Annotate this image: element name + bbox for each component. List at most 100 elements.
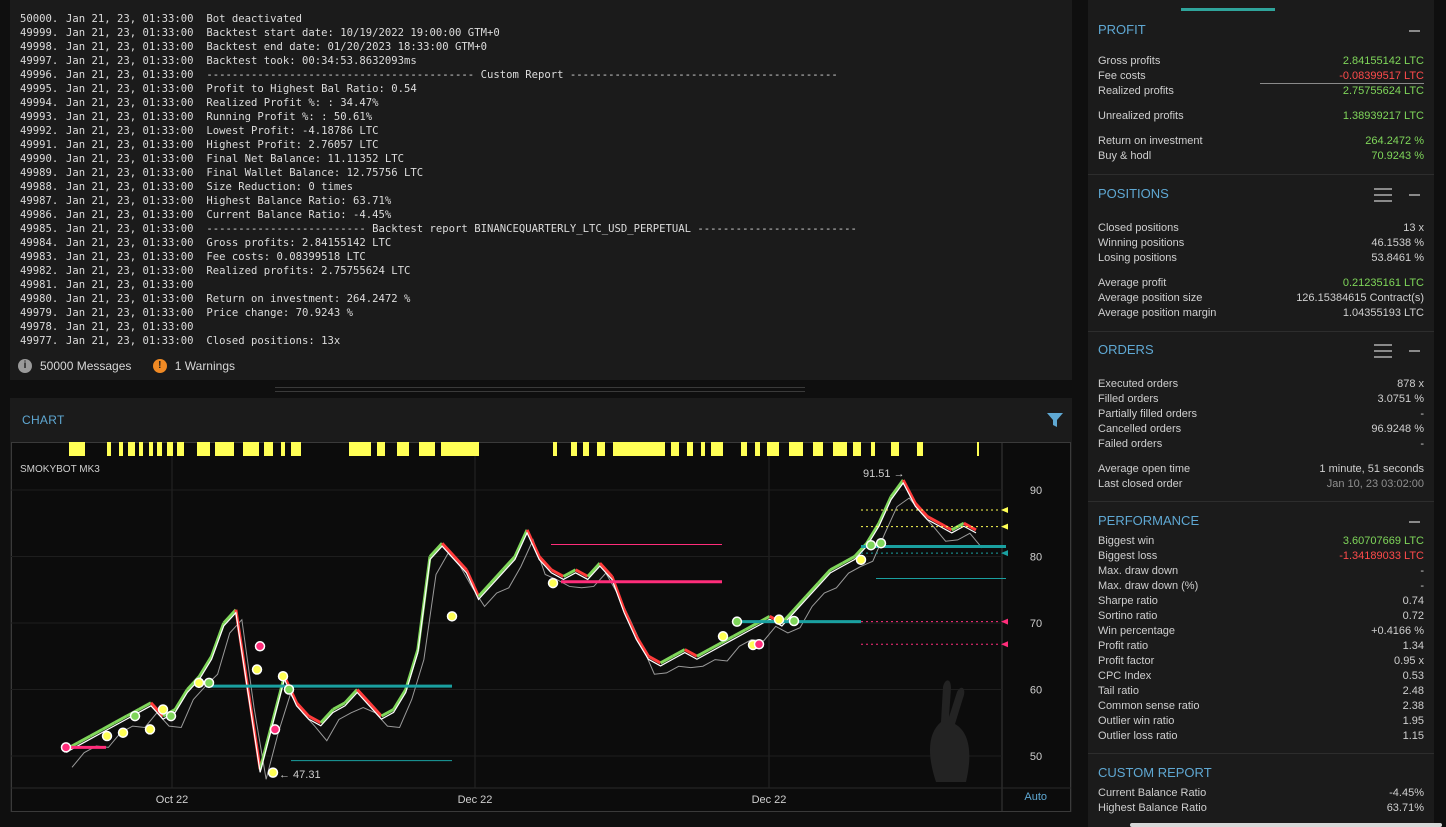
- log-panel: 50000. Jan 21, 23, 01:33:00 Bot deactivat…: [10, 0, 1072, 380]
- stat-label: Current Balance Ratio: [1098, 787, 1207, 799]
- stat-row: Win percentage +0.4166 %: [1098, 624, 1424, 639]
- trade-marker[interactable]: [101, 730, 113, 742]
- warnings-filter[interactable]: ! 1 Warnings: [152, 358, 235, 373]
- price-segment: [477, 582, 492, 598]
- stat-row: Failed orders -: [1098, 437, 1424, 452]
- activity-marker: [977, 442, 979, 456]
- minimize-icon[interactable]: [1409, 521, 1420, 523]
- trade-marker[interactable]: [547, 577, 559, 589]
- activity-marker: [264, 442, 273, 456]
- list-view-icon[interactable]: [1374, 344, 1392, 362]
- log-line-text: Jan 21, 23, 01:33:00 Fee costs: 0.083995…: [66, 251, 366, 263]
- trade-marker[interactable]: [875, 537, 887, 549]
- stat-value: 0.74: [1402, 595, 1424, 607]
- stat-label: Executed orders: [1098, 378, 1179, 390]
- activity-marker: [119, 442, 123, 456]
- trade-marker[interactable]: [129, 710, 141, 722]
- log-line-number: 49983.: [20, 251, 59, 263]
- price-segment: [356, 688, 371, 704]
- trade-marker[interactable]: [157, 704, 169, 715]
- trade-marker[interactable]: [165, 710, 177, 722]
- trade-marker[interactable]: [277, 670, 289, 682]
- stat-row: Partially filled orders -: [1098, 407, 1424, 422]
- activity-marker: [291, 442, 301, 456]
- trade-marker[interactable]: [855, 554, 867, 566]
- activity-marker: [767, 442, 779, 456]
- trade-marker[interactable]: [446, 611, 458, 622]
- chart-area[interactable]: Oct 22 Dec 22 Dec 22 50 60 70 80 90 91.51 → ← 47.…: [11, 442, 1071, 812]
- filter-icon[interactable]: [1046, 412, 1064, 433]
- activity-marker: [789, 442, 803, 456]
- stat-label: Unrealized profits: [1098, 110, 1184, 122]
- info-icon: i: [18, 358, 32, 373]
- moving-average-line: [65, 481, 977, 773]
- stat-value: 1.38939217 LTC: [1342, 110, 1424, 122]
- price-chart[interactable]: Oct 22 Dec 22 Dec 22 50 60 70 80 90 91.51 → ← 47.…: [11, 442, 1071, 812]
- stat-value: 0.53: [1402, 670, 1424, 682]
- activity-marker: [711, 442, 723, 456]
- trade-marker[interactable]: [283, 684, 295, 695]
- log-line-number: 49989.: [20, 167, 59, 179]
- price-segment: [343, 688, 359, 704]
- chart-title: CHART: [22, 413, 65, 427]
- log-line-text: Jan 21, 23, 01:33:00 Highest Balance Rat…: [66, 195, 392, 207]
- log-line-text: Jan 21, 23, 01:33:00 Gross profits: 2.84…: [66, 237, 392, 249]
- stat-label: Gross profits: [1098, 55, 1161, 67]
- price-segment: [817, 568, 832, 585]
- minimize-icon[interactable]: [1409, 350, 1420, 352]
- fee-divider: [1260, 83, 1424, 84]
- log-line: 50000. Jan 21, 23, 01:33:00 Bot deactivat…: [20, 12, 857, 26]
- log-line-number: 50000.: [20, 13, 59, 25]
- stat-label: Highest Balance Ratio: [1098, 802, 1207, 814]
- activity-marker: [215, 442, 234, 456]
- trade-marker[interactable]: [753, 639, 765, 650]
- log-line: 49984. Jan 21, 23, 01:33:00 Gross profits…: [20, 236, 857, 250]
- trade-marker[interactable]: [117, 727, 129, 738]
- list-view-icon[interactable]: [1374, 188, 1392, 206]
- trade-marker[interactable]: [731, 616, 743, 627]
- price-segment: [270, 675, 286, 724]
- trade-marker[interactable]: [193, 677, 205, 689]
- section-divider: [1088, 501, 1434, 502]
- trade-marker[interactable]: [267, 767, 279, 778]
- trade-marker[interactable]: [60, 742, 72, 753]
- y-tick-label: 80: [1030, 552, 1042, 564]
- trade-marker[interactable]: [717, 631, 729, 642]
- stat-row: Max. draw down -: [1098, 564, 1424, 579]
- log-line-number: 49979.: [20, 307, 59, 319]
- log-line-text: Jan 21, 23, 01:33:00 Backtest took: 00:3…: [66, 55, 417, 67]
- stat-label: Sharpe ratio: [1098, 595, 1158, 607]
- stat-label: Failed orders: [1098, 438, 1163, 450]
- stat-value: -0.08399517 LTC: [1339, 70, 1424, 82]
- x-tick-label: Dec 22: [458, 794, 493, 806]
- stats-panel: PROFIT Gross profits 2.84155142 LTC Fee cos…: [1088, 0, 1434, 827]
- auto-scale-toggle[interactable]: Auto: [1024, 791, 1047, 803]
- stat-label: Win percentage: [1098, 625, 1176, 637]
- log-line-number: 49995.: [20, 83, 59, 95]
- trade-marker[interactable]: [865, 539, 877, 551]
- trade-marker[interactable]: [269, 724, 281, 735]
- trade-marker[interactable]: [788, 615, 800, 627]
- trade-marker[interactable]: [203, 677, 215, 689]
- log-line-number: 49996.: [20, 69, 59, 81]
- horizontal-scrollbar[interactable]: [1130, 823, 1442, 827]
- minimize-icon[interactable]: [1409, 30, 1420, 32]
- trade-marker[interactable]: [251, 664, 263, 675]
- activity-marker: [833, 442, 847, 456]
- trade-marker[interactable]: [254, 641, 266, 652]
- log-line: 49996. Jan 21, 23, 01:33:00 -------------…: [20, 68, 857, 82]
- trade-marker[interactable]: [144, 724, 156, 735]
- log-line: 49989. Jan 21, 23, 01:33:00 Final Wallet …: [20, 166, 857, 180]
- activity-marker: [167, 442, 173, 456]
- log-line-text: Jan 21, 23, 01:33:00 Realized profits: 2…: [66, 265, 411, 277]
- log-line-text: Jan 21, 23, 01:33:00 Profit to Highest B…: [66, 83, 417, 95]
- panel-splitter[interactable]: [275, 387, 805, 392]
- stat-label: Profit ratio: [1098, 640, 1149, 652]
- stat-row: Tail ratio 2.48: [1098, 684, 1424, 699]
- messages-filter[interactable]: i 50000 Messages: [18, 358, 131, 373]
- minimize-icon[interactable]: [1409, 194, 1420, 196]
- stat-row: Buy & hodl 70.9243 %: [1098, 149, 1424, 164]
- stat-label: Return on investment: [1098, 135, 1203, 147]
- trade-marker[interactable]: [773, 614, 785, 625]
- log-line: 49982. Jan 21, 23, 01:33:00 Realized prof…: [20, 264, 857, 278]
